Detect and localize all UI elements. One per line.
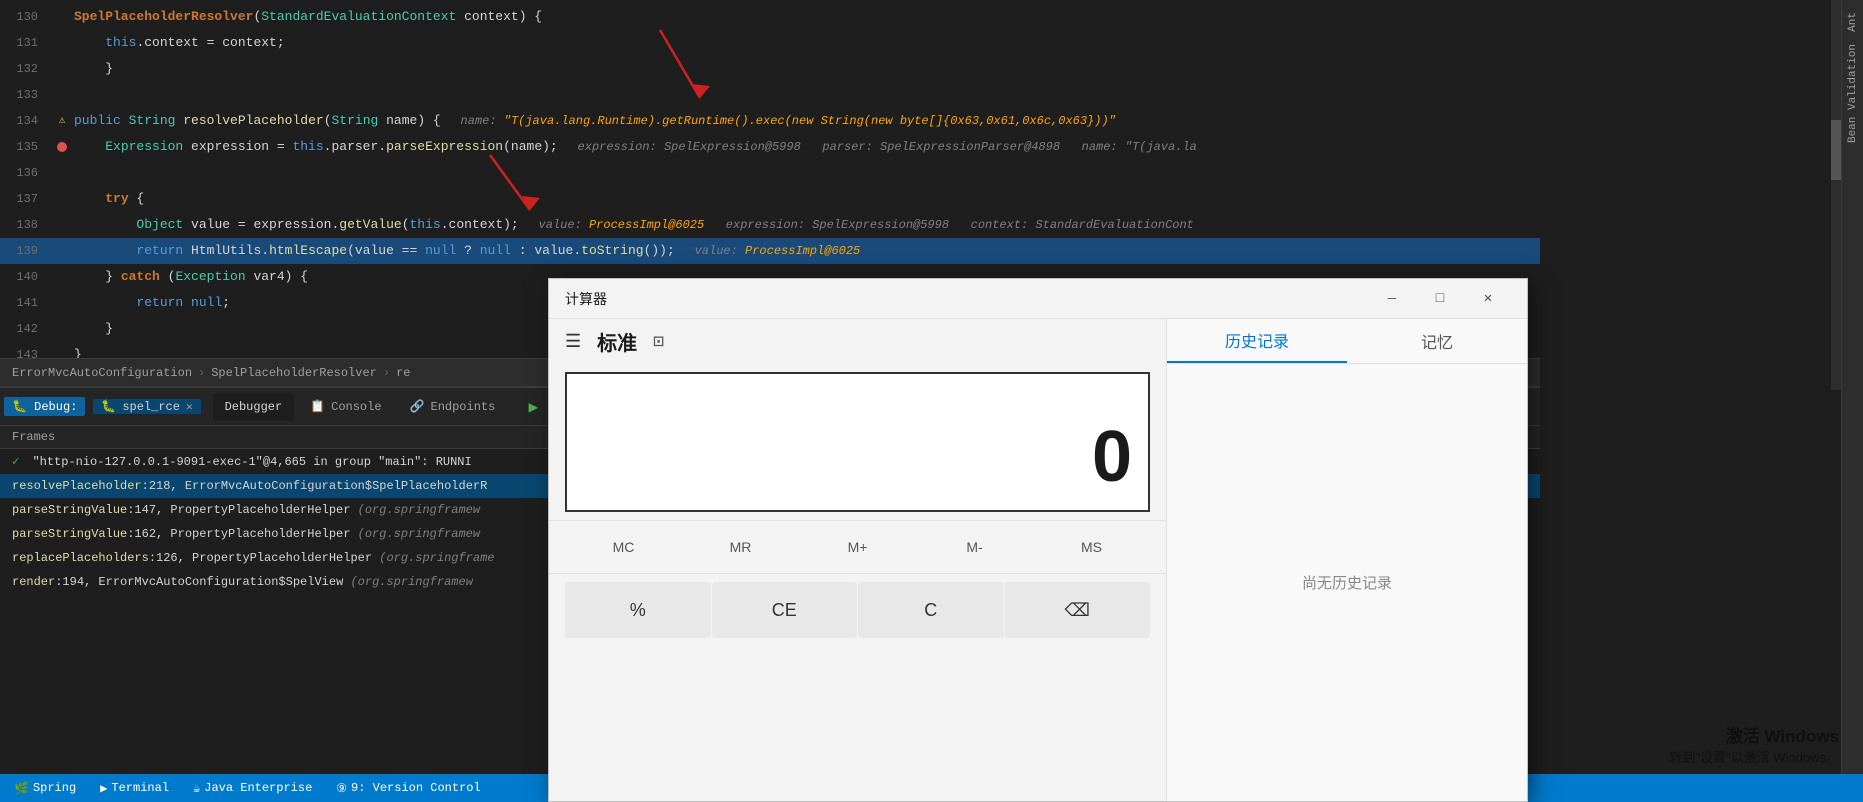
calc-main: ☰ 标准 ⊡ 0 MC MR M+ M- MS % CE C ⌫ bbox=[549, 319, 1167, 801]
activate-line2: 转到"设置"以激活 Windows。 bbox=[1669, 747, 1839, 766]
java-icon: ☕ bbox=[193, 781, 200, 796]
breadcrumb-item-1[interactable]: ErrorMvcAutoConfiguration bbox=[12, 366, 192, 380]
calc-menu-icon[interactable]: ☰ bbox=[565, 331, 581, 353]
breadcrumb-item-3[interactable]: re bbox=[396, 366, 410, 380]
calc-mplus-btn[interactable]: M+ bbox=[799, 527, 916, 567]
calc-memory-row: MC MR M+ M- MS bbox=[549, 520, 1166, 574]
code-line-133: 133 bbox=[0, 82, 1540, 108]
activate-line1: 激活 Windows bbox=[1669, 722, 1839, 747]
debug-session-label: 🐛 Debug: bbox=[4, 397, 85, 416]
calc-display: 0 bbox=[1092, 416, 1132, 498]
calc-history-tabs: 历史记录 记忆 bbox=[1167, 319, 1527, 364]
code-line-138: 138 Object value = expression.getValue(t… bbox=[0, 212, 1540, 238]
calc-history-panel: 历史记录 记忆 尚无历史记录 bbox=[1167, 319, 1527, 801]
session-name: spel_rce bbox=[122, 400, 180, 414]
calc-backspace-btn[interactable]: ⌫ bbox=[1005, 582, 1151, 638]
calc-mr-btn[interactable]: MR bbox=[682, 527, 799, 567]
calc-buttons: % CE C ⌫ bbox=[549, 574, 1166, 801]
calc-history-tab[interactable]: 历史记录 bbox=[1167, 319, 1347, 363]
calc-mminus-btn[interactable]: M- bbox=[916, 527, 1033, 567]
calc-ce-btn[interactable]: CE bbox=[712, 582, 858, 638]
vc-icon: ⑨ bbox=[336, 781, 347, 796]
tab-debugger[interactable]: Debugger bbox=[213, 393, 295, 421]
frame-text-2: parseStringValue:147, PropertyPlaceholde… bbox=[12, 503, 480, 517]
calc-title: 计算器 bbox=[565, 289, 607, 309]
breadcrumb-item-2[interactable]: SpelPlaceholderResolver bbox=[211, 366, 377, 380]
calc-c-btn[interactable]: C bbox=[858, 582, 1004, 638]
terminal-icon: ▶ bbox=[100, 781, 107, 796]
calc-minimize-btn[interactable]: — bbox=[1369, 284, 1415, 314]
calc-memory-tab[interactable]: 记忆 bbox=[1347, 319, 1527, 363]
endpoints-icon: 🔗 bbox=[410, 399, 425, 414]
resume-btn[interactable]: ▶ bbox=[519, 393, 547, 421]
frame-text-5: render:194, ErrorMvcAutoConfiguration$Sp… bbox=[12, 575, 473, 589]
breakpoint-icon bbox=[57, 142, 67, 152]
console-label: Console bbox=[331, 400, 381, 414]
calculator-window: 计算器 — □ ✕ ☰ 标准 ⊡ 0 MC MR M+ M- MS bbox=[548, 278, 1528, 802]
calc-ms-btn[interactable]: MS bbox=[1033, 527, 1150, 567]
status-java-enterprise[interactable]: ☕ Java Enterprise bbox=[187, 774, 318, 802]
session-icon: 🐛 bbox=[101, 399, 116, 414]
tab-console[interactable]: 📋 Console bbox=[298, 393, 393, 421]
calc-mode-label: 标准 bbox=[597, 327, 637, 356]
console-icon: 📋 bbox=[310, 399, 325, 414]
scrollbar-thumb[interactable] bbox=[1831, 120, 1841, 180]
calc-maximize-btn[interactable]: □ bbox=[1417, 284, 1463, 314]
calc-header: ☰ 标准 ⊡ bbox=[549, 319, 1166, 364]
frame-text-4: replacePlaceholders:126, PropertyPlaceho… bbox=[12, 551, 494, 565]
tab-endpoints[interactable]: 🔗 Endpoints bbox=[398, 393, 508, 421]
spring-icon: 🌿 bbox=[14, 781, 29, 796]
frame-text-1: resolvePlaceholder:218, ErrorMvcAutoConf… bbox=[12, 479, 487, 493]
calc-display-area: 0 bbox=[565, 372, 1150, 512]
calc-mode-icon[interactable]: ⊡ bbox=[653, 331, 664, 353]
close-session-icon[interactable]: ✕ bbox=[186, 400, 193, 414]
ant-label[interactable]: Ant bbox=[1845, 8, 1861, 36]
code-line-134: 134 ⚠ public String resolvePlaceholder(S… bbox=[0, 108, 1540, 134]
code-line-137: 137 try { bbox=[0, 186, 1540, 212]
code-line-139: 139 return HtmlUtils.htmlEscape(value ==… bbox=[0, 238, 1540, 264]
calc-close-btn[interactable]: ✕ bbox=[1465, 284, 1511, 314]
status-version-control[interactable]: ⑨ 9: Version Control bbox=[330, 774, 486, 802]
code-line-131: 131 this.context = context; bbox=[0, 30, 1540, 56]
code-line-132: 132 } bbox=[0, 56, 1540, 82]
status-spring[interactable]: 🌿 Spring bbox=[8, 774, 82, 802]
calc-titlebar-buttons: — □ ✕ bbox=[1369, 284, 1511, 314]
warning-icon: ⚠ bbox=[55, 114, 69, 128]
calc-mc-btn[interactable]: MC bbox=[565, 527, 682, 567]
code-line-136: 136 bbox=[0, 160, 1540, 186]
code-line-135: 135 Expression expression = this.parser.… bbox=[0, 134, 1540, 160]
status-terminal[interactable]: ▶ Terminal bbox=[94, 774, 175, 802]
frame-text-3: parseStringValue:162, PropertyPlaceholde… bbox=[12, 527, 480, 541]
calc-history-empty: 尚无历史记录 bbox=[1167, 364, 1527, 801]
editor-scrollbar[interactable] bbox=[1831, 0, 1841, 390]
debug-icon: 🐛 bbox=[12, 400, 27, 414]
debug-session-tab[interactable]: 🐛 spel_rce ✕ bbox=[93, 399, 200, 414]
bean-validation-label[interactable]: Bean Validation bbox=[1845, 40, 1861, 147]
code-line-130: 130 SpelPlaceholderResolver(StandardEval… bbox=[0, 4, 1540, 30]
calc-body: ☰ 标准 ⊡ 0 MC MR M+ M- MS % CE C ⌫ bbox=[549, 319, 1527, 801]
calc-titlebar: 计算器 — □ ✕ bbox=[549, 279, 1527, 319]
frame-text-0: "http-nio-127.0.0.1-9091-exec-1"@4,665 i… bbox=[32, 455, 471, 469]
debugger-label: Debugger bbox=[225, 400, 283, 414]
endpoints-label: Endpoints bbox=[431, 400, 496, 414]
calc-percent-btn[interactable]: % bbox=[565, 582, 711, 638]
right-panel: Ant Bean Validation bbox=[1841, 0, 1863, 802]
frame-check-icon: ✓ bbox=[12, 455, 19, 469]
windows-activation: 激活 Windows 转到"设置"以激活 Windows。 bbox=[1669, 722, 1839, 766]
